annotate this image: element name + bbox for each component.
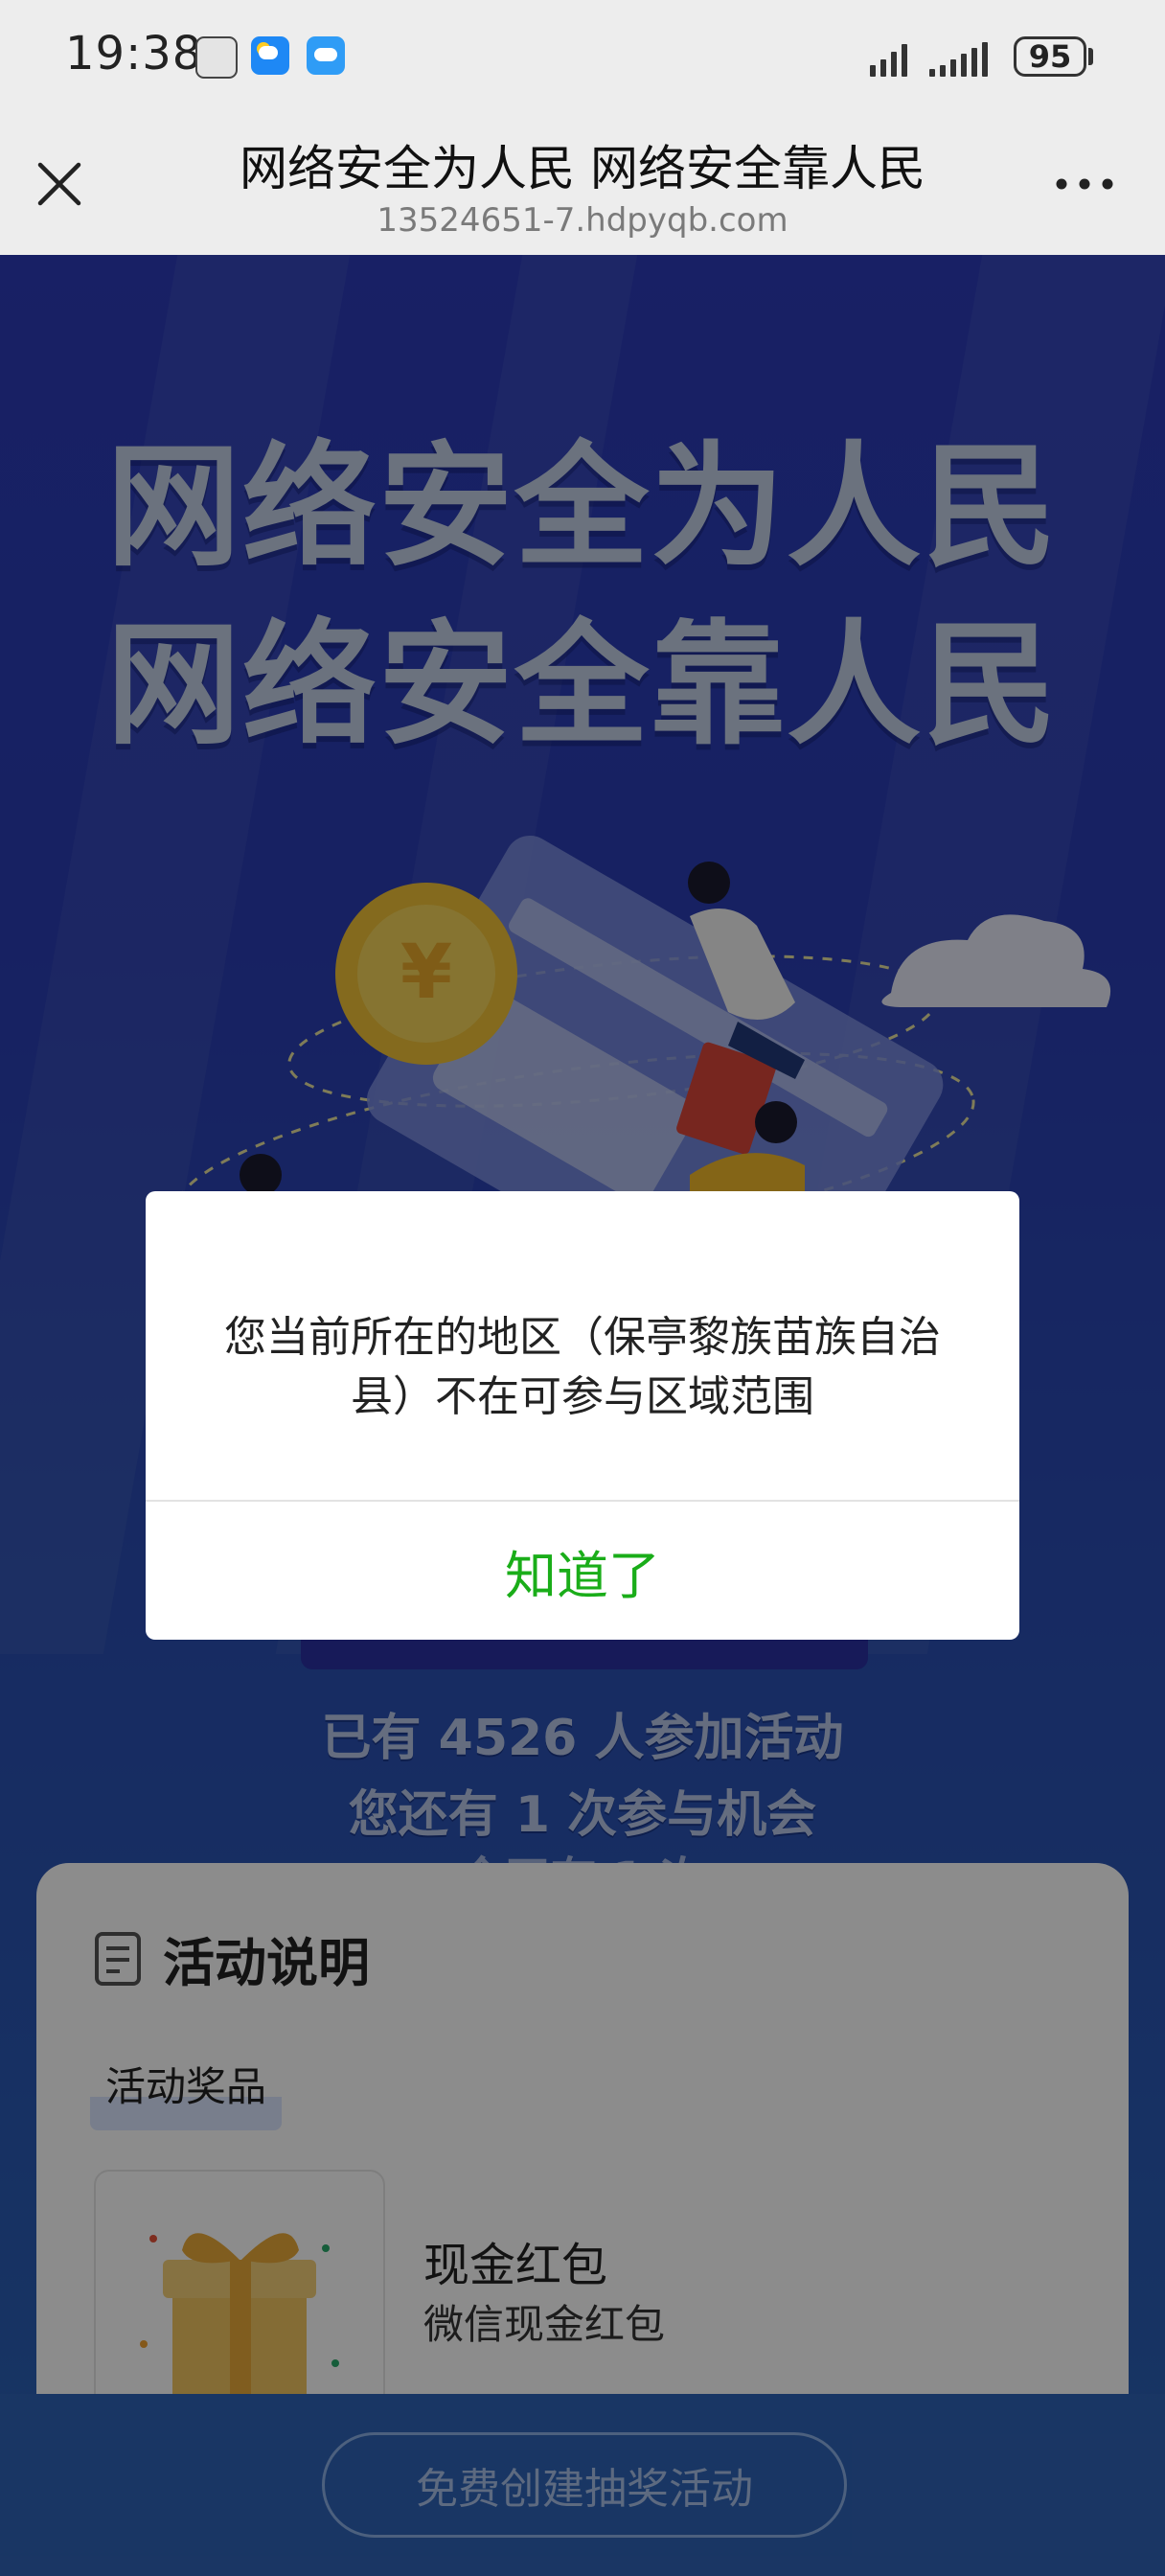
battery-tip <box>1088 48 1093 65</box>
signal-icon-secondary <box>929 38 988 77</box>
signal-icon <box>870 38 907 77</box>
browser-title-bar: 网络安全为人民 网络安全靠人民 13524651-7.hdpyqb.com <box>0 115 1165 255</box>
dialog-message: 您当前所在的地区（保亭黎族苗族自治县）不在可参与区域范围 <box>224 1313 941 1421</box>
battery-icon: 95 <box>1014 36 1086 77</box>
weather-icon <box>251 36 289 75</box>
more-icon[interactable] <box>1050 153 1119 215</box>
cloud-icon <box>307 36 345 75</box>
status-bar: 19:38 95 <box>0 0 1165 115</box>
region-alert-dialog: 您当前所在的地区（保亭黎族苗族自治县）不在可参与区域范围 知道了 <box>146 1191 1019 1640</box>
page-title: 网络安全为人民 网络安全靠人民 <box>240 141 925 196</box>
status-time: 19:38 <box>65 27 203 80</box>
dialog-ok-button[interactable]: 知道了 <box>146 1502 1019 1640</box>
app-icon <box>195 36 238 79</box>
page-url: 13524651-7.hdpyqb.com <box>377 201 788 240</box>
